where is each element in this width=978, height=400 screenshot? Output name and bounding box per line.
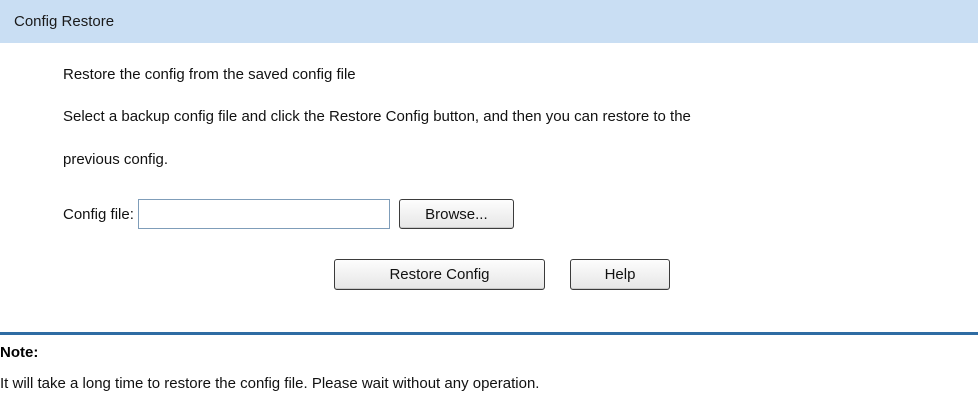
- note-title: Note:: [0, 344, 39, 361]
- restore-config-button[interactable]: Restore Config: [334, 259, 545, 290]
- description-line-2: Select a backup config file and click th…: [63, 108, 691, 125]
- panel-header: Config Restore: [0, 0, 978, 43]
- note-text: It will take a long time to restore the …: [0, 375, 540, 392]
- description-line-3: previous config.: [63, 151, 169, 168]
- config-restore-page: Config Restore Restore the config from t…: [0, 0, 978, 400]
- browse-button[interactable]: Browse...: [398, 199, 514, 229]
- config-file-input[interactable]: [137, 199, 390, 229]
- config-file-row: Config file: Browse...: [63, 198, 514, 230]
- description-line-1: Restore the config from the saved config…: [63, 66, 356, 83]
- help-button[interactable]: Help: [570, 259, 670, 290]
- config-file-label: Config file:: [63, 205, 134, 223]
- section-divider: [0, 332, 978, 335]
- panel-title: Config Restore: [14, 13, 115, 30]
